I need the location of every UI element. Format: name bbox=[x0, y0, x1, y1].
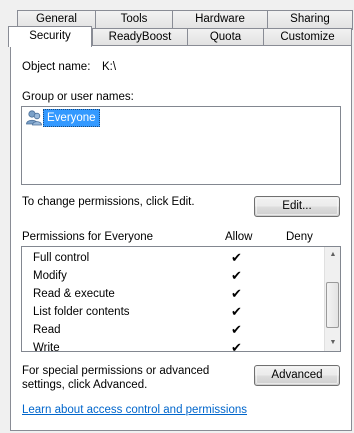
edit-button-label: Edit... bbox=[282, 200, 312, 212]
allow-check-icon: ✔ bbox=[231, 286, 242, 301]
scrollbar[interactable]: ▲ ▼ bbox=[324, 247, 340, 351]
tab-sharing[interactable]: Sharing bbox=[267, 10, 353, 30]
scroll-down-icon[interactable]: ▼ bbox=[325, 335, 340, 351]
tab-customize[interactable]: Customize bbox=[263, 28, 352, 46]
access-control-link[interactable]: Learn about access control and permissio… bbox=[22, 404, 247, 416]
permission-row: Full control ✔ bbox=[22, 250, 340, 268]
group-label: Group or user names: bbox=[22, 91, 134, 103]
advanced-button-label: Advanced bbox=[271, 369, 323, 381]
permission-name: Full control bbox=[33, 252, 90, 264]
allow-check-icon: ✔ bbox=[231, 268, 242, 283]
tab-label: General bbox=[36, 13, 77, 25]
advanced-button[interactable]: Advanced bbox=[254, 365, 340, 386]
tab-security[interactable]: Security bbox=[8, 26, 92, 47]
tab-label: Quota bbox=[209, 31, 242, 43]
permission-row: Read ✔ bbox=[22, 322, 340, 340]
scroll-up-icon[interactable]: ▲ bbox=[325, 247, 340, 263]
list-item[interactable]: Everyone bbox=[23, 109, 339, 127]
tab-tools[interactable]: Tools bbox=[95, 10, 173, 30]
allow-check-icon: ✔ bbox=[231, 340, 242, 352]
security-panel: Object name: K:\ Group or user names: Ev… bbox=[10, 45, 352, 431]
allow-header: Allow bbox=[225, 231, 253, 243]
scroll-thumb[interactable] bbox=[326, 282, 339, 328]
permission-row: Read & execute ✔ bbox=[22, 286, 340, 304]
permission-row: Write ✔ bbox=[22, 340, 340, 352]
object-name-value: K:\ bbox=[102, 61, 117, 73]
permission-row: Modify ✔ bbox=[22, 268, 340, 286]
list-item-label: Everyone bbox=[43, 109, 100, 127]
allow-check-icon: ✔ bbox=[231, 322, 242, 337]
deny-header: Deny bbox=[286, 231, 313, 243]
tab-hardware[interactable]: Hardware bbox=[172, 10, 268, 30]
edit-button[interactable]: Edit... bbox=[254, 196, 340, 217]
permission-row: List folder contents ✔ bbox=[22, 304, 340, 322]
permission-name: Write bbox=[33, 342, 60, 352]
tab-label: Tools bbox=[120, 13, 148, 25]
tab-label: Security bbox=[29, 30, 71, 42]
permissions-list[interactable]: Full control ✔ Modify ✔ Read & execute ✔ List … bbox=[21, 246, 341, 352]
tab-quota[interactable]: Quota bbox=[187, 28, 264, 46]
group-list[interactable]: Everyone bbox=[21, 106, 341, 185]
permission-name: Modify bbox=[33, 270, 67, 282]
advanced-text: For special permissions or advanced sett… bbox=[22, 365, 210, 391]
tab-label: Hardware bbox=[195, 13, 245, 25]
tab-readyboost[interactable]: ReadyBoost bbox=[92, 28, 188, 46]
object-name-label: Object name: bbox=[22, 61, 91, 73]
allow-check-icon: ✔ bbox=[231, 304, 242, 319]
permission-name: Read bbox=[33, 324, 61, 336]
change-permissions-text: To change permissions, click Edit. bbox=[22, 196, 195, 208]
users-icon bbox=[25, 109, 43, 126]
allow-check-icon: ✔ bbox=[231, 250, 242, 265]
permission-name: List folder contents bbox=[33, 306, 130, 318]
tab-label: ReadyBoost bbox=[108, 31, 172, 43]
tab-label: Customize bbox=[280, 31, 335, 43]
permission-name: Read & execute bbox=[33, 288, 115, 300]
tab-label: Sharing bbox=[290, 13, 330, 25]
permissions-label: Permissions for Everyone bbox=[22, 231, 154, 243]
